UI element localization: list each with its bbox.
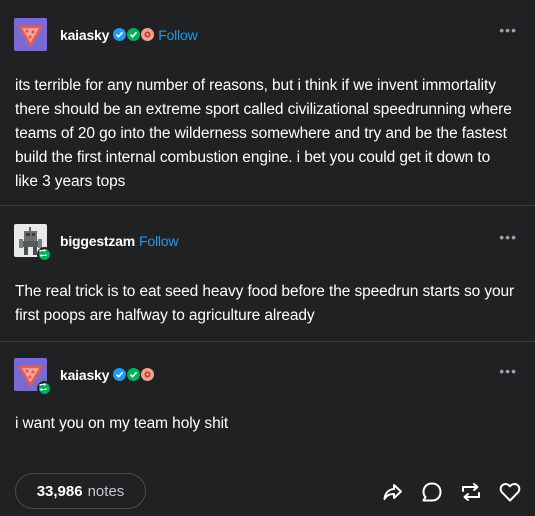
username[interactable]: kaiasky [60,367,109,383]
notes-button[interactable]: 33,986 notes [15,473,146,509]
more-options-icon[interactable]: ••• [499,363,517,379]
notes-count: 33,986 [36,482,83,500]
heart-icon[interactable] [497,479,523,505]
user-badges [113,28,155,41]
reblog-badge-icon [37,247,52,262]
reblog-icon[interactable] [458,479,484,505]
verified-check-icon [113,28,127,41]
pizza-avatar-icon [18,25,43,47]
username[interactable]: biggestzam [60,233,135,249]
post-reblog-1: biggestzam Follow ••• The real trick is … [0,206,535,342]
pizza-badge-icon [141,28,155,41]
more-options-icon[interactable]: ••• [499,22,517,38]
follow-button[interactable]: Follow [139,233,178,249]
post-reblog-2: kaiasky ••• i want you on my team holy s… [0,342,535,462]
reply-icon[interactable] [419,479,445,505]
post-text: The real trick is to eat seed heavy food… [15,283,515,324]
post-text: its terrible for any number of reasons, … [15,77,512,190]
avatar[interactable] [14,358,52,396]
post-header: biggestzam Follow [14,224,178,262]
avatar[interactable] [14,224,52,262]
post-header: kaiasky [14,358,155,396]
username[interactable]: kaiasky [60,27,109,43]
avatar[interactable] [14,18,47,51]
pizza-badge-icon [141,368,155,381]
green-check-badge-icon [127,368,141,381]
post-footer: 33,986 notes [0,462,535,516]
share-icon[interactable] [380,479,406,505]
post-text: i want you on my team holy shit [15,415,229,432]
user-badges [113,368,155,381]
green-check-badge-icon [127,28,141,41]
notes-label: notes [87,482,125,500]
reblog-badge-icon [37,381,52,396]
post-header: kaiasky Follow [14,18,198,51]
verified-check-icon [113,368,127,381]
post-actions [380,479,523,505]
more-options-icon[interactable]: ••• [499,229,517,245]
follow-button[interactable]: Follow [158,27,197,43]
post-original: kaiasky Follow ••• its terrible for any … [0,0,535,206]
